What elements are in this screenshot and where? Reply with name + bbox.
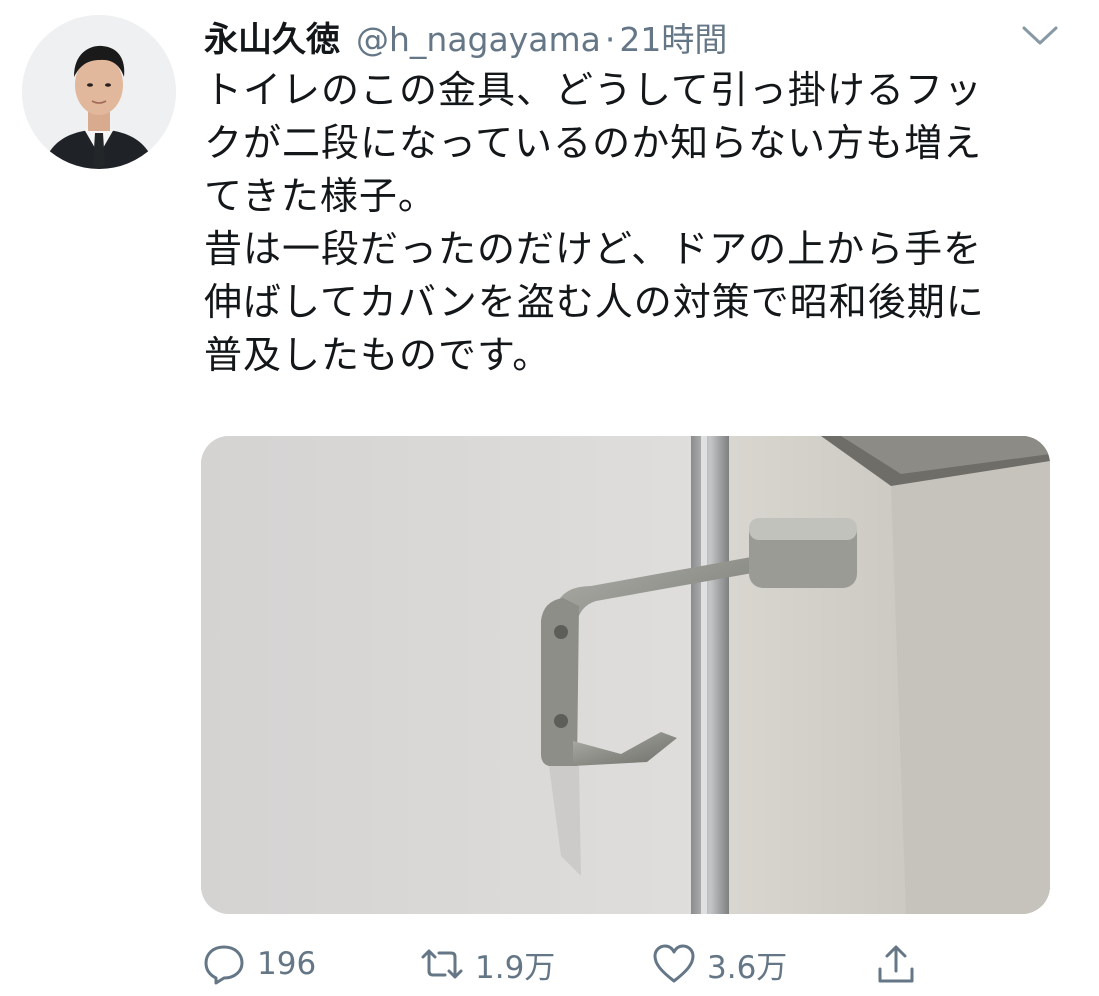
separator-dot: · (604, 20, 616, 59)
tweet-photo[interactable] (201, 436, 1050, 914)
retweet-button[interactable]: 1.9万 (419, 938, 555, 990)
tweet-text: トイレのこの金具、どうして引っ掛けるフッ クが二段になっているのか知らない方も増… (204, 64, 1054, 382)
speech-bubble-icon (204, 945, 244, 985)
like-count: 3.6万 (707, 949, 788, 986)
tweet: 永山久徳 @h_nagayama · 21時間 トイレのこの金具、どうして引っ掛… (0, 0, 1099, 996)
timestamp[interactable]: 21時間 (619, 13, 727, 61)
reply-button[interactable]: 196 (201, 938, 316, 990)
tweet-text-line: てきた様子。 (204, 174, 437, 218)
tweet-text-line: クが二段になっているのか知らない方も増え (204, 121, 983, 165)
tweet-header: 永山久徳 @h_nagayama · 21時間 (204, 12, 1039, 61)
avatar[interactable] (22, 15, 176, 169)
tweet-actions: 196 1.9万 3.6万 (201, 938, 961, 990)
tweet-text-line: 伸ばしてカバンを盗む人の対策で昭和後期に (204, 280, 985, 324)
chevron-down-icon[interactable] (1020, 24, 1060, 48)
like-button[interactable]: 3.6万 (651, 938, 787, 990)
avatar-photo (22, 15, 176, 169)
share-upload-icon (878, 945, 914, 983)
tweet-text-line: 昔は一段だったのだけど、ドアの上から手を (204, 227, 983, 271)
share-button[interactable] (873, 938, 919, 990)
retweet-count: 1.9万 (475, 949, 556, 986)
tweet-text-line: 普及したものです。 (204, 333, 552, 377)
retweet-arrows-icon (421, 949, 463, 979)
reply-count: 196 (257, 946, 317, 982)
user-handle[interactable]: @h_nagayama (356, 20, 601, 59)
heart-outline-icon (653, 944, 695, 983)
display-name[interactable]: 永山久徳 (204, 12, 340, 61)
tweet-text-line: トイレのこの金具、どうして引っ掛けるフッ (204, 68, 983, 112)
